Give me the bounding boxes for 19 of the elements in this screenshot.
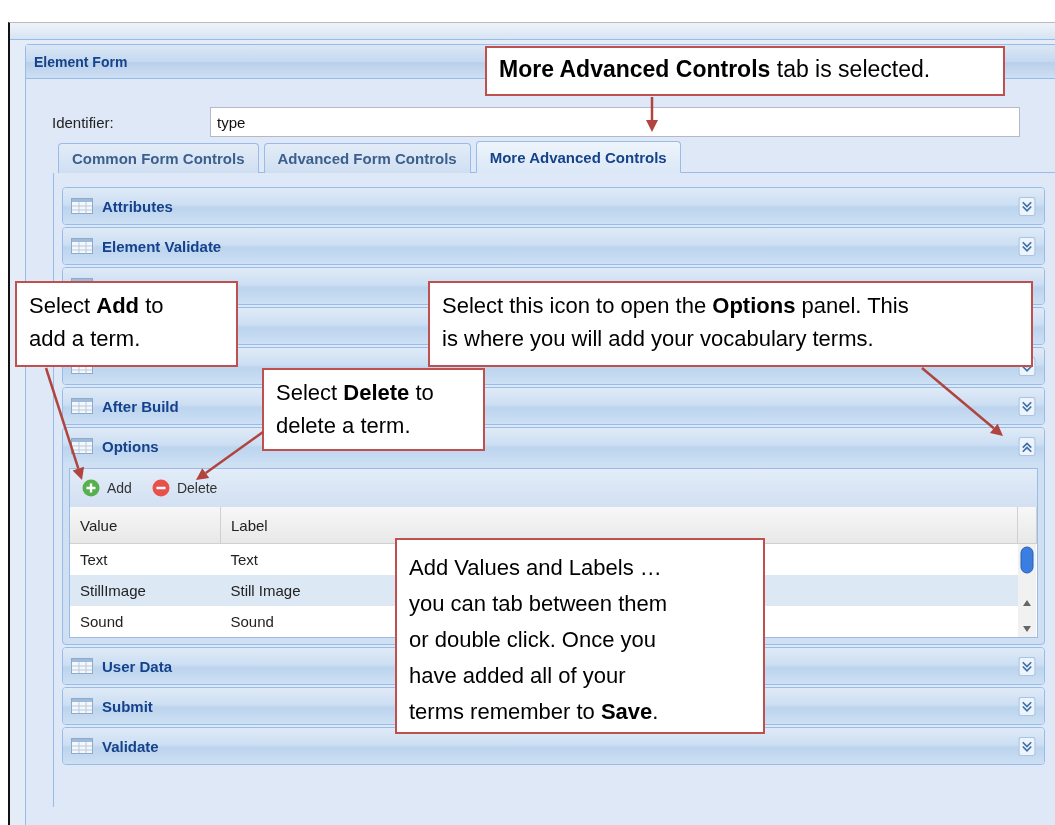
table-cell: Text: [80, 551, 108, 568]
callout-text: Add Values and Labels … you can tab between them or double click. Once you have added all of your terms remember to Save.: [409, 554, 668, 726]
table-cell: Sound: [230, 613, 274, 630]
table-cell: Text: [230, 551, 258, 568]
section-title: After Build: [102, 397, 179, 415]
section-title: User Data: [102, 657, 173, 675]
table-cell: Still Image: [230, 582, 301, 599]
callout-text: More Advanced Controls tab is selected.: [499, 55, 931, 84]
section-title: Options: [102, 437, 159, 455]
callout-text: Select this icon to open the Options panel. This is where you will add your vocabulary terms.: [442, 292, 909, 353]
section-title: Submit: [102, 697, 153, 715]
table-cell: StillImage: [80, 582, 146, 599]
section-title: Validate: [102, 737, 159, 755]
panel-title: Element Form: [34, 53, 128, 70]
section-title: Attributes: [102, 197, 173, 215]
field-label: Identifier:: [52, 113, 115, 131]
section-title: Element Validate: [102, 237, 222, 255]
table-cell: Sound: [80, 613, 124, 630]
callout-text: Select Add to add a term.: [29, 292, 164, 353]
